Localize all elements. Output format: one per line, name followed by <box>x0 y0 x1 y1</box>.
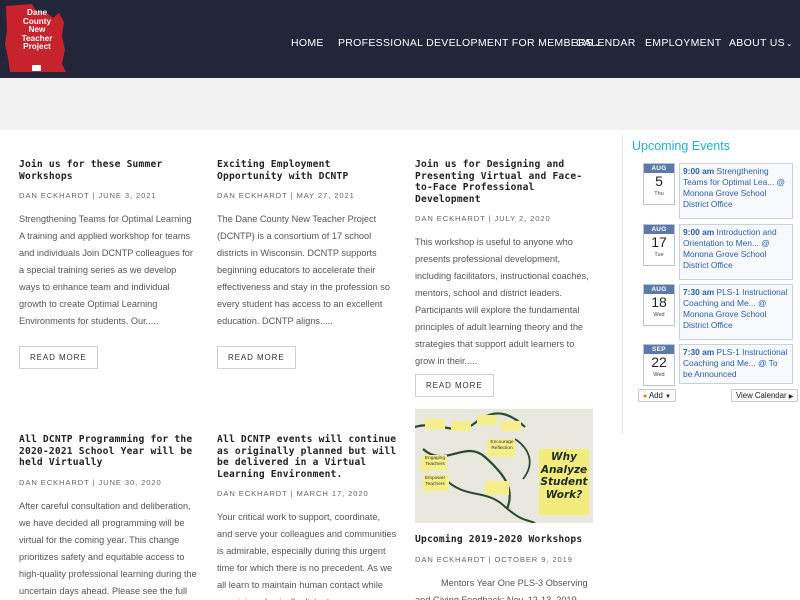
event-month: AUG <box>644 225 674 234</box>
nav-label: CALENDAR <box>576 37 636 49</box>
nav-about-us[interactable]: ABOUT US⌄ <box>729 37 793 49</box>
event-day: 5 <box>655 173 663 189</box>
event-item[interactable]: AUG 5 Thu 9:00 am Strengthening Teams fo… <box>643 163 795 219</box>
event-item[interactable]: AUG 17 Tue 9:00 am Introduction and Orie… <box>643 224 795 280</box>
event-date: AUG 18 Wed <box>643 284 675 326</box>
post-meta: DAN ECKHARDT | MAY 27, 2021 <box>217 191 355 200</box>
post-title[interactable]: Upcoming 2019-2020 Workshops <box>415 534 595 546</box>
image-heading-line: Student <box>540 476 588 488</box>
event-details[interactable]: 7:30 am PLS-1 Instructional Coaching and… <box>679 284 793 340</box>
caret-down-icon: ▼ <box>665 394 671 400</box>
post-title[interactable]: All DCNTP Programming for the 2020-2021 … <box>19 434 199 469</box>
post-card: Exciting Employment Opportunity with DCN… <box>217 159 397 330</box>
post-excerpt: After careful consultation and deliberat… <box>19 500 197 596</box>
logo-text-line: Project <box>23 42 51 52</box>
site-logo[interactable]: Dane County New Teacher Project <box>2 2 70 74</box>
nav-label: HOME <box>291 37 324 49</box>
post-excerpt: Your critical work to support, coordinat… <box>217 512 397 600</box>
post-excerpt: The Dane County New Teacher Project (DCN… <box>217 214 390 326</box>
post-title[interactable]: Exciting Employment Opportunity with DCN… <box>217 159 397 182</box>
nav-calendar[interactable]: CALENDAR <box>576 37 636 49</box>
event-time: 9:00 am <box>683 166 715 176</box>
event-time: 9:00 am <box>683 227 715 237</box>
chevron-down-icon: ⌄ <box>785 39 793 48</box>
sticky-note-label: Engaging Teachers <box>424 456 446 467</box>
event-date: SEP 22 Wed <box>643 344 675 386</box>
post-card: Join us for Designing and Presenting Vir… <box>415 159 595 370</box>
nav-home[interactable]: HOME <box>291 37 324 49</box>
post-meta: DAN ECKHARDT | JUNE 3, 2021 <box>19 191 157 200</box>
nav-employment[interactable]: EMPLOYMENT <box>645 37 722 49</box>
image-heading-line: Why <box>551 451 577 463</box>
post-title[interactable]: All DCNTP events will continue as origin… <box>217 434 397 480</box>
event-day: 17 <box>651 234 667 250</box>
post-meta: DAN ECKHARDT | JULY 2, 2020 <box>415 214 551 223</box>
event-month: AUG <box>644 164 674 173</box>
post-card: All DCNTP Programming for the 2020-2021 … <box>19 434 199 600</box>
post-card: Join us for these Summer Workshops DAN E… <box>19 159 199 330</box>
view-calendar-button[interactable]: View Calendar ▶ <box>731 389 799 402</box>
event-month: SEP <box>644 345 674 354</box>
post-card: All DCNTP events will continue as origin… <box>217 434 397 600</box>
sticky-note-label: Encourage Reflection <box>490 440 514 451</box>
event-details[interactable]: 7:30 am PLS-1 Instructional Coaching and… <box>679 344 793 384</box>
event-date: AUG 17 Tue <box>643 224 675 266</box>
event-time: 7:30 am <box>683 347 715 357</box>
event-day: 18 <box>651 294 667 310</box>
event-weekday: Tue <box>654 252 664 258</box>
post-excerpt: Strengthening Teams for Optimal Learning… <box>19 214 193 326</box>
post-title[interactable]: Join us for Designing and Presenting Vir… <box>415 159 595 205</box>
caret-right-icon: ▶ <box>788 394 794 400</box>
post-meta: DAN ECKHARDT | MARCH 17, 2020 <box>217 489 369 498</box>
event-item[interactable]: AUG 18 Wed 7:30 am PLS-1 Instructional C… <box>643 284 795 340</box>
post-meta: DAN ECKHARDT | OCTOBER 9, 2019 <box>415 554 573 564</box>
post-meta: DAN ECKHARDT | JUNE 30, 2020 <box>19 477 162 487</box>
event-details[interactable]: 9:00 am Strengthening Teams for Optimal … <box>679 163 793 219</box>
page-title-band <box>0 78 800 130</box>
post-title[interactable]: Join us for these Summer Workshops <box>19 159 199 182</box>
event-weekday: Thu <box>654 191 664 197</box>
image-heading-line: Analyze <box>540 463 588 476</box>
event-details[interactable]: 9:00 am Introduction and Orientation to … <box>679 224 793 280</box>
post-excerpt: This workshop is useful to anyone who pr… <box>415 237 589 366</box>
site-header: Dane County New Teacher Project HOME PRO… <box>0 0 800 78</box>
nav-label: ABOUT US <box>729 37 785 49</box>
event-date: AUG 5 Thu <box>643 163 675 205</box>
view-calendar-label: View Calendar <box>736 391 787 400</box>
event-day: 22 <box>651 354 667 370</box>
post-card: Upcoming 2019-2020 Workshops DAN ECKHARD… <box>415 534 595 600</box>
event-item[interactable]: SEP 22 Wed 7:30 am PLS-1 Instructional C… <box>643 344 795 386</box>
sticky-note-label: Empower Teachers <box>424 476 446 487</box>
rss-icon: ● <box>643 393 648 400</box>
post-featured-image[interactable]: Encourage Reflection Empower Teachers En… <box>415 409 593 523</box>
sidebar-divider <box>622 134 623 434</box>
nav-professional-development[interactable]: PROFESSIONAL DEVELOPMENT FOR MEMBERS⌄ <box>338 37 601 49</box>
image-heading-line: Work? <box>545 488 583 501</box>
read-more-button[interactable]: READ MORE <box>217 346 296 369</box>
read-more-button[interactable]: READ MORE <box>415 374 494 397</box>
event-weekday: Wed <box>653 312 665 318</box>
event-month: AUG <box>644 285 674 294</box>
add-label: Add <box>648 391 663 400</box>
event-time: 7:30 am <box>683 287 715 297</box>
nav-label: PROFESSIONAL DEVELOPMENT FOR MEMBERS <box>338 37 594 49</box>
nav-label: EMPLOYMENT <box>645 37 722 49</box>
add-calendar-button[interactable]: ● Add ▼ <box>638 389 676 402</box>
event-weekday: Wed <box>653 372 665 378</box>
read-more-button[interactable]: READ MORE <box>19 346 98 369</box>
upcoming-events-title: Upcoming Events <box>632 139 730 153</box>
post-excerpt: Mentors Year One PLS-3 Observing and Giv… <box>415 577 588 600</box>
